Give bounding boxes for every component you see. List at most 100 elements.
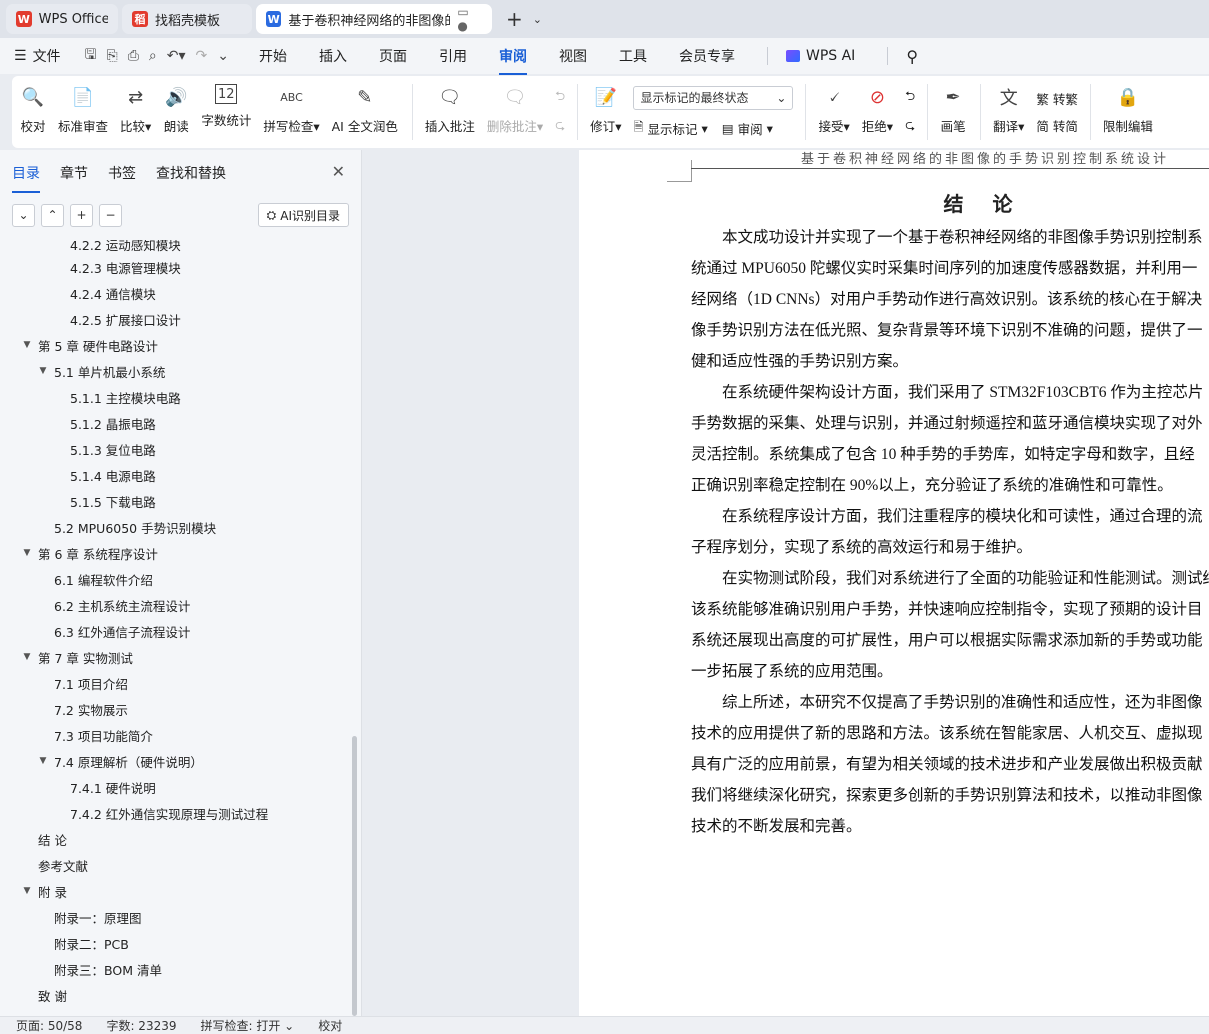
toc-item[interactable]: 附录二：PCB [0,930,350,956]
print-icon[interactable]: ⎙ [128,48,139,64]
markup-state-select[interactable]: 显示标记的最终状态 ⌄ [633,85,794,110]
toc-item[interactable]: 4.2.2 运动感知模块 [0,240,350,254]
pen-button[interactable]: ✒ 画笔 [940,76,966,148]
ai-polish-button[interactable]: ✎ AI 全文润色 [332,76,398,148]
toc-item[interactable]: 5.1.2 晶振电路 [0,410,350,436]
toc-item[interactable]: ▼ 第 5 章 硬件电路设计 [0,332,350,358]
toc-scrollbar[interactable] [352,736,357,1016]
chevron-down-icon[interactable]: ▼ [36,366,50,376]
search-icon[interactable]: ⚲ [906,47,918,66]
remove-level-icon[interactable]: − [99,203,122,227]
chevron-down-icon[interactable]: ▼ [20,548,34,558]
paragraph[interactable]: 在实物测试阶段，我们对系统进行了全面的功能验证和性能测试。测试结 该系统能够准确识… [691,563,1209,687]
toc-item[interactable]: ▼ 第 7 章 实物测试 [0,644,350,670]
review-pane-button[interactable]: ▤ 审阅 ▾ [722,119,773,138]
more-dropdown-icon[interactable]: ⌄ [217,48,229,64]
toc-item[interactable]: 附录一：原理图 [0,904,350,930]
file-menu[interactable]: ☰ 文件 [14,46,61,66]
toc-item[interactable]: 7.3 项目功能简介 [0,722,350,748]
paragraph[interactable]: 综上所述，本研究不仅提高了手势识别的准确性和适应性，还为非图像 技术的应用提供了新… [691,687,1209,842]
to-simplified-button[interactable]: 简转简 [1036,116,1078,135]
show-markup-button[interactable]: 🗎 显示标记 ▾ [633,118,707,139]
accept-button[interactable]: 🗸 接受▾ [818,76,849,148]
toc-item[interactable]: 7.4.1 硬件说明 [0,774,350,800]
menu-item-0[interactable]: 开始 [259,46,287,66]
toc-item[interactable]: 结 论 [0,826,350,852]
toc-item[interactable]: 参考文献 [0,852,350,878]
add-level-icon[interactable]: + [70,203,93,227]
ai-toc-button[interactable]: ⛭ AI识别目录 [257,203,349,227]
toc-item[interactable]: 6.2 主机系统主流程设计 [0,592,350,618]
tab-status-icon[interactable]: ▭ ● [457,5,482,33]
tab-0[interactable]: W WPS Office [6,4,118,34]
next-revision-icon[interactable]: ⮎ [905,116,915,137]
chevron-down-icon[interactable]: ▼ [20,340,34,350]
toc-item[interactable]: 7.4.2 红外通信实现原理与测试过程 [0,800,350,826]
to-traditional-button[interactable]: 繁转繁 [1036,89,1078,108]
expand-down-icon[interactable]: ⌄ [12,203,35,227]
toc-item[interactable]: 4.2.5 扩展接口设计 [0,306,350,332]
nav-tab-1[interactable]: 章节 [60,163,88,183]
proof-button[interactable]: 🔍 校对 [20,76,46,148]
toc-item[interactable]: ▼ 第 6 章 系统程序设计 [0,540,350,566]
menu-item-6[interactable]: 工具 [619,46,647,66]
menu-item-2[interactable]: 页面 [379,46,407,66]
toc-item[interactable]: 致 谢 [0,982,350,1008]
menu-item-3[interactable]: 引用 [439,46,467,66]
proof-indicator[interactable]: 校对 [318,1017,342,1034]
toc-item[interactable]: 5.1.5 下载电路 [0,488,350,514]
paragraph[interactable]: 本文成功设计并实现了一个基于卷积神经网络的非图像手势识别控制系 统通过 MPU60… [691,222,1209,377]
toc-item[interactable]: 4.2.3 电源管理模块 [0,254,350,280]
prev-comment-icon[interactable]: ⮌ [555,87,565,108]
prev-revision-icon[interactable]: ⮌ [905,87,915,108]
page-indicator[interactable]: 页面: 50/58 [16,1017,82,1034]
print-preview-icon[interactable]: ⌕ [149,48,157,64]
insert-comment-button[interactable]: 🗨 插入批注 [425,76,475,148]
std-review-button[interactable]: 📄 标准审查 [58,76,108,148]
tab-list-icon[interactable]: ⌄ [533,13,542,26]
compare-button[interactable]: ⇄ 比较▾ [120,76,151,148]
tab-2[interactable]: W 基于卷积神经网络的非图像的 ▭ ● [256,4,492,34]
read-aloud-button[interactable]: 🔊 朗读 [163,76,189,148]
nav-tab-3[interactable]: 查找和替换 [156,163,226,183]
toc-item[interactable]: 7.1 项目介绍 [0,670,350,696]
toc-item[interactable]: 附录三：BOM 清单 [0,956,350,982]
chevron-down-icon[interactable]: ▼ [20,886,34,896]
tab-1[interactable]: 稻找稻壳模板 [122,4,252,34]
toc-item[interactable]: 5.1.4 电源电路 [0,462,350,488]
toc-item[interactable]: 5.2 MPU6050 手势识别模块 [0,514,350,540]
translate-button[interactable]: 文翻译▾ [993,76,1024,148]
toc-item[interactable]: 5.1.3 复位电路 [0,436,350,462]
restrict-edit-button[interactable]: 🔒 限制编辑 [1103,76,1153,148]
spell-check-button[interactable]: ABC 拼写检查▾ [263,76,319,148]
toc-item[interactable]: ▼ 7.4 原理解析（硬件说明） [0,748,350,774]
word-count-button[interactable]: 12 字数统计 [201,76,251,148]
paragraph[interactable]: 在系统硬件架构设计方面，我们采用了 STM32F103CBT6 作为主控芯片 手势… [691,377,1209,501]
toc-item[interactable]: 5.1.1 主控模块电路 [0,384,350,410]
wps-ai-menu[interactable]: WPS AI [785,48,855,64]
document-page[interactable]: 基于卷积神经网络的非图像的手势识别控制系统设计 结 论 本文成功设计并实现了一个… [579,150,1209,1016]
toc-item[interactable]: 6.3 红外通信子流程设计 [0,618,350,644]
export-icon[interactable]: ⎘ [107,48,118,64]
word-count-indicator[interactable]: 字数: 23239 [106,1017,176,1034]
new-tab-icon[interactable]: + [506,7,523,31]
chevron-down-icon[interactable]: ▼ [36,756,50,766]
paragraph[interactable]: 在系统程序设计方面，我们注重程序的模块化和可读性，通过合理的流 子程序划分，实现了… [691,501,1209,563]
close-icon[interactable]: ✕ [332,162,345,181]
nav-tab-2[interactable]: 书签 [108,163,136,183]
menu-item-1[interactable]: 插入 [319,46,347,66]
redo-icon[interactable]: ↷ [196,48,208,64]
next-comment-icon[interactable]: ⮎ [555,116,565,137]
menu-item-5[interactable]: 视图 [559,46,587,66]
toc-item[interactable]: 4.2.4 通信模块 [0,280,350,306]
collapse-up-icon[interactable]: ⌃ [41,203,64,227]
revise-button[interactable]: 📝 修订▾ [590,76,621,148]
save-icon[interactable]: 🖫 [85,44,97,68]
reject-button[interactable]: ⊘ 拒绝▾ [862,76,893,148]
toc-item[interactable]: ▼ 5.1 单片机最小系统 [0,358,350,384]
spell-check-indicator[interactable]: 拼写检查: 打开 ⌄ [201,1017,295,1034]
toc-item[interactable]: ▼ 附 录 [0,878,350,904]
toc-item[interactable]: 6.1 编程软件介绍 [0,566,350,592]
menu-item-7[interactable]: 会员专享 [679,46,735,66]
nav-tab-0[interactable]: 目录 [12,163,40,193]
